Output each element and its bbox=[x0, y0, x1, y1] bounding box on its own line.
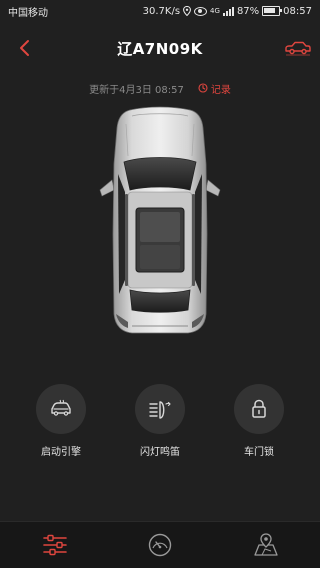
carrier-label: 中国移动 bbox=[8, 7, 48, 19]
start-engine-label: 启动引擎 bbox=[41, 447, 81, 458]
door-lock-button[interactable]: 车门锁 bbox=[214, 384, 304, 458]
signal-icon bbox=[222, 6, 234, 16]
flash-horn-label: 闪灯鸣笛 bbox=[140, 447, 180, 458]
update-row: 更新于4月3日 08:57 记录 bbox=[0, 80, 320, 96]
start-engine-button[interactable]: 启动引擎 bbox=[16, 384, 106, 458]
status-bar: 中国移动 30.7K/s 4G 87% 08:57 bbox=[0, 0, 320, 22]
door-lock-label: 车门锁 bbox=[244, 447, 274, 458]
header: 辽A7N09K bbox=[0, 34, 320, 62]
flash-horn-button[interactable]: 闪灯鸣笛 bbox=[115, 384, 205, 458]
map-pin-icon[interactable] bbox=[253, 532, 279, 558]
clock-history-icon bbox=[198, 83, 208, 93]
flash-horn-circle[interactable] bbox=[135, 384, 185, 434]
door-lock-circle[interactable] bbox=[234, 384, 284, 434]
car-switch-icon[interactable] bbox=[284, 38, 312, 58]
record-button[interactable]: 记录 bbox=[198, 81, 231, 96]
clock: 08:57 bbox=[283, 5, 312, 17]
battery-icon bbox=[262, 6, 283, 16]
battery-percent: 87% bbox=[236, 5, 260, 17]
record-label: 记录 bbox=[210, 84, 231, 96]
location-icon bbox=[183, 6, 191, 16]
engine-start-icon bbox=[51, 399, 71, 416]
eye-comfort-icon bbox=[194, 6, 208, 16]
car-top-view-image bbox=[99, 106, 221, 334]
control-panel: 启动引擎 闪灯鸣笛 车门锁 bbox=[0, 384, 320, 464]
plate-title: 辽A7N09K bbox=[117, 40, 203, 58]
bottom-nav bbox=[0, 521, 320, 568]
start-engine-circle[interactable] bbox=[36, 384, 86, 434]
lock-icon bbox=[252, 399, 266, 418]
speedometer-icon[interactable] bbox=[147, 532, 173, 558]
update-time: 更新于4月3日 08:57 bbox=[89, 84, 184, 96]
status-right: 30.7K/s 4G 87% 08:57 bbox=[143, 6, 312, 17]
network-type: 4G bbox=[210, 7, 220, 15]
network-speed: 30.7K/s bbox=[142, 5, 181, 17]
headlight-horn-icon bbox=[149, 401, 171, 419]
sliders-icon[interactable] bbox=[42, 532, 68, 558]
